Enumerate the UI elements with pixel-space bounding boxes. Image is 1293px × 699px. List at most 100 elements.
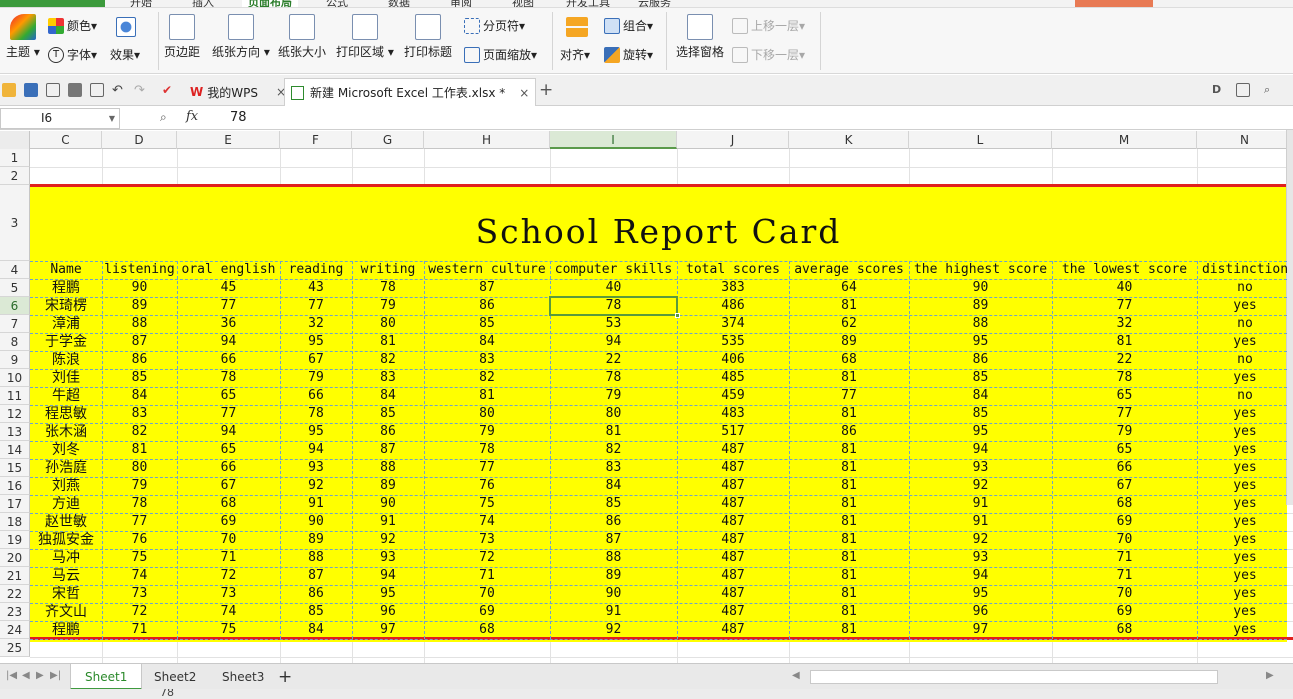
table-cell[interactable]: 88 xyxy=(550,549,677,567)
table-cell[interactable]: 83 xyxy=(550,459,677,477)
table-cell[interactable]: 70 xyxy=(424,585,550,603)
table-cell[interactable]: 73 xyxy=(102,585,177,603)
table-cell[interactable]: 94 xyxy=(280,441,352,459)
print-titles-button[interactable]: 打印标题 xyxy=(404,14,452,60)
scroll-left-icon[interactable]: ◀ xyxy=(792,670,800,681)
table-header-cell[interactable]: total scores xyxy=(677,261,789,279)
table-cell[interactable]: 92 xyxy=(909,477,1052,495)
table-cell[interactable]: 22 xyxy=(1052,351,1197,369)
table-cell[interactable]: 68 xyxy=(1052,495,1197,513)
table-cell[interactable]: 71 xyxy=(177,549,280,567)
student-name-cell[interactable]: 刘燕 xyxy=(30,477,102,495)
table-header-cell[interactable]: Name xyxy=(30,261,102,279)
table-cell[interactable]: 69 xyxy=(177,513,280,531)
wps-brand-button[interactable] xyxy=(0,0,105,7)
table-cell[interactable]: yes xyxy=(1197,477,1293,495)
table-cell[interactable]: 77 xyxy=(280,297,352,315)
table-cell[interactable]: 86 xyxy=(550,513,677,531)
table-cell[interactable]: 90 xyxy=(550,585,677,603)
table-cell[interactable]: 78 xyxy=(280,405,352,423)
row-header-14[interactable]: 14 xyxy=(0,441,30,459)
table-cell[interactable]: 84 xyxy=(424,333,550,351)
row-header-21[interactable]: 21 xyxy=(0,567,30,585)
table-header-cell[interactable]: computer skills xyxy=(550,261,677,279)
add-sheet-button[interactable]: + xyxy=(272,664,298,690)
table-cell[interactable]: 72 xyxy=(102,603,177,621)
table-cell[interactable]: 81 xyxy=(789,603,909,621)
column-header-h[interactable]: H xyxy=(424,131,550,149)
table-cell[interactable]: 66 xyxy=(1052,459,1197,477)
row-header-9[interactable]: 9 xyxy=(0,351,30,369)
table-cell[interactable]: 74 xyxy=(424,513,550,531)
horizontal-scrollbar[interactable] xyxy=(810,670,1218,684)
open-folder-icon[interactable] xyxy=(2,83,16,97)
search-icon[interactable]: ⌕ xyxy=(1264,83,1278,97)
send-backward-button[interactable]: 下移一层 ▾ xyxy=(732,46,805,63)
table-cell[interactable]: 82 xyxy=(102,423,177,441)
table-cell[interactable]: yes xyxy=(1197,495,1293,513)
table-cell[interactable]: 89 xyxy=(789,333,909,351)
table-header-cell[interactable]: the highest score xyxy=(909,261,1052,279)
student-name-cell[interactable]: 刘冬 xyxy=(30,441,102,459)
table-cell[interactable]: 65 xyxy=(177,441,280,459)
table-header-cell[interactable]: distinction xyxy=(1197,261,1293,279)
table-cell[interactable]: 94 xyxy=(177,423,280,441)
student-name-cell[interactable]: 宋琦楞 xyxy=(30,297,102,315)
table-cell[interactable]: 85 xyxy=(280,603,352,621)
student-name-cell[interactable]: 齐文山 xyxy=(30,603,102,621)
student-name-cell[interactable]: 赵世敏 xyxy=(30,513,102,531)
student-name-cell[interactable]: 张木涵 xyxy=(30,423,102,441)
table-cell[interactable]: 89 xyxy=(909,297,1052,315)
table-cell[interactable]: yes xyxy=(1197,333,1293,351)
table-cell[interactable]: 94 xyxy=(550,333,677,351)
table-cell[interactable]: 94 xyxy=(352,567,424,585)
table-cell[interactable]: 81 xyxy=(550,423,677,441)
table-cell[interactable]: 88 xyxy=(280,549,352,567)
active-cell-selection[interactable] xyxy=(549,296,680,318)
export-pdf-icon[interactable] xyxy=(46,83,60,97)
table-cell[interactable]: no xyxy=(1197,351,1293,369)
table-cell[interactable]: 40 xyxy=(1052,279,1197,297)
first-sheet-icon[interactable]: |◀ xyxy=(6,670,17,681)
menu-tab-data[interactable]: 数据 xyxy=(388,0,410,7)
column-header-l[interactable]: L xyxy=(909,131,1052,149)
group-button[interactable]: 组合 ▾ xyxy=(604,17,653,34)
table-cell[interactable]: 64 xyxy=(789,279,909,297)
table-cell[interactable]: 487 xyxy=(677,459,789,477)
tab-workbook[interactable]: 新建 Microsoft Excel 工作表.xlsx * × xyxy=(284,78,537,106)
menu-tab-review[interactable]: 审阅 xyxy=(450,0,472,7)
table-cell[interactable]: 90 xyxy=(909,279,1052,297)
table-cell[interactable]: yes xyxy=(1197,441,1293,459)
table-cell[interactable]: 77 xyxy=(102,513,177,531)
table-cell[interactable]: no xyxy=(1197,279,1293,297)
insert-function-button[interactable]: fx xyxy=(186,109,198,124)
undo-icon[interactable]: ↶ xyxy=(112,83,126,98)
bring-forward-button[interactable]: 上移一层 ▾ xyxy=(732,17,805,34)
table-cell[interactable]: 93 xyxy=(909,459,1052,477)
row-header-6[interactable]: 6 xyxy=(0,297,30,315)
table-cell[interactable]: 97 xyxy=(909,621,1052,639)
row-header-13[interactable]: 13 xyxy=(0,423,30,441)
table-cell[interactable]: 86 xyxy=(280,585,352,603)
align-button[interactable]: 对齐 ▾ xyxy=(560,46,590,63)
table-cell[interactable]: 94 xyxy=(909,441,1052,459)
student-name-cell[interactable]: 陈浪 xyxy=(30,351,102,369)
table-cell[interactable]: 89 xyxy=(280,531,352,549)
new-tab-button[interactable]: + xyxy=(539,80,553,100)
table-header-cell[interactable]: western culture xyxy=(424,261,550,279)
table-cell[interactable]: 53 xyxy=(550,315,677,333)
table-cell[interactable]: 95 xyxy=(352,585,424,603)
spreadsheet-grid[interactable]: CDEFGHIJKLMN 1 2 3 4 5 6 7 8 9 10 11 12 13 14 15 16 17 18… xyxy=(0,131,1293,663)
table-cell[interactable]: 75 xyxy=(424,495,550,513)
table-cell[interactable]: 85 xyxy=(550,495,677,513)
table-cell[interactable]: yes xyxy=(1197,621,1293,639)
table-cell[interactable]: 91 xyxy=(352,513,424,531)
table-cell[interactable]: 62 xyxy=(789,315,909,333)
table-cell[interactable]: 76 xyxy=(102,531,177,549)
student-name-cell[interactable]: 方迪 xyxy=(30,495,102,513)
table-cell[interactable]: 88 xyxy=(909,315,1052,333)
skin-icon[interactable]: D xyxy=(1212,83,1226,97)
table-cell[interactable]: 88 xyxy=(102,315,177,333)
formula-input[interactable]: 78 xyxy=(230,110,247,125)
row-header-7[interactable]: 7 xyxy=(0,315,30,333)
